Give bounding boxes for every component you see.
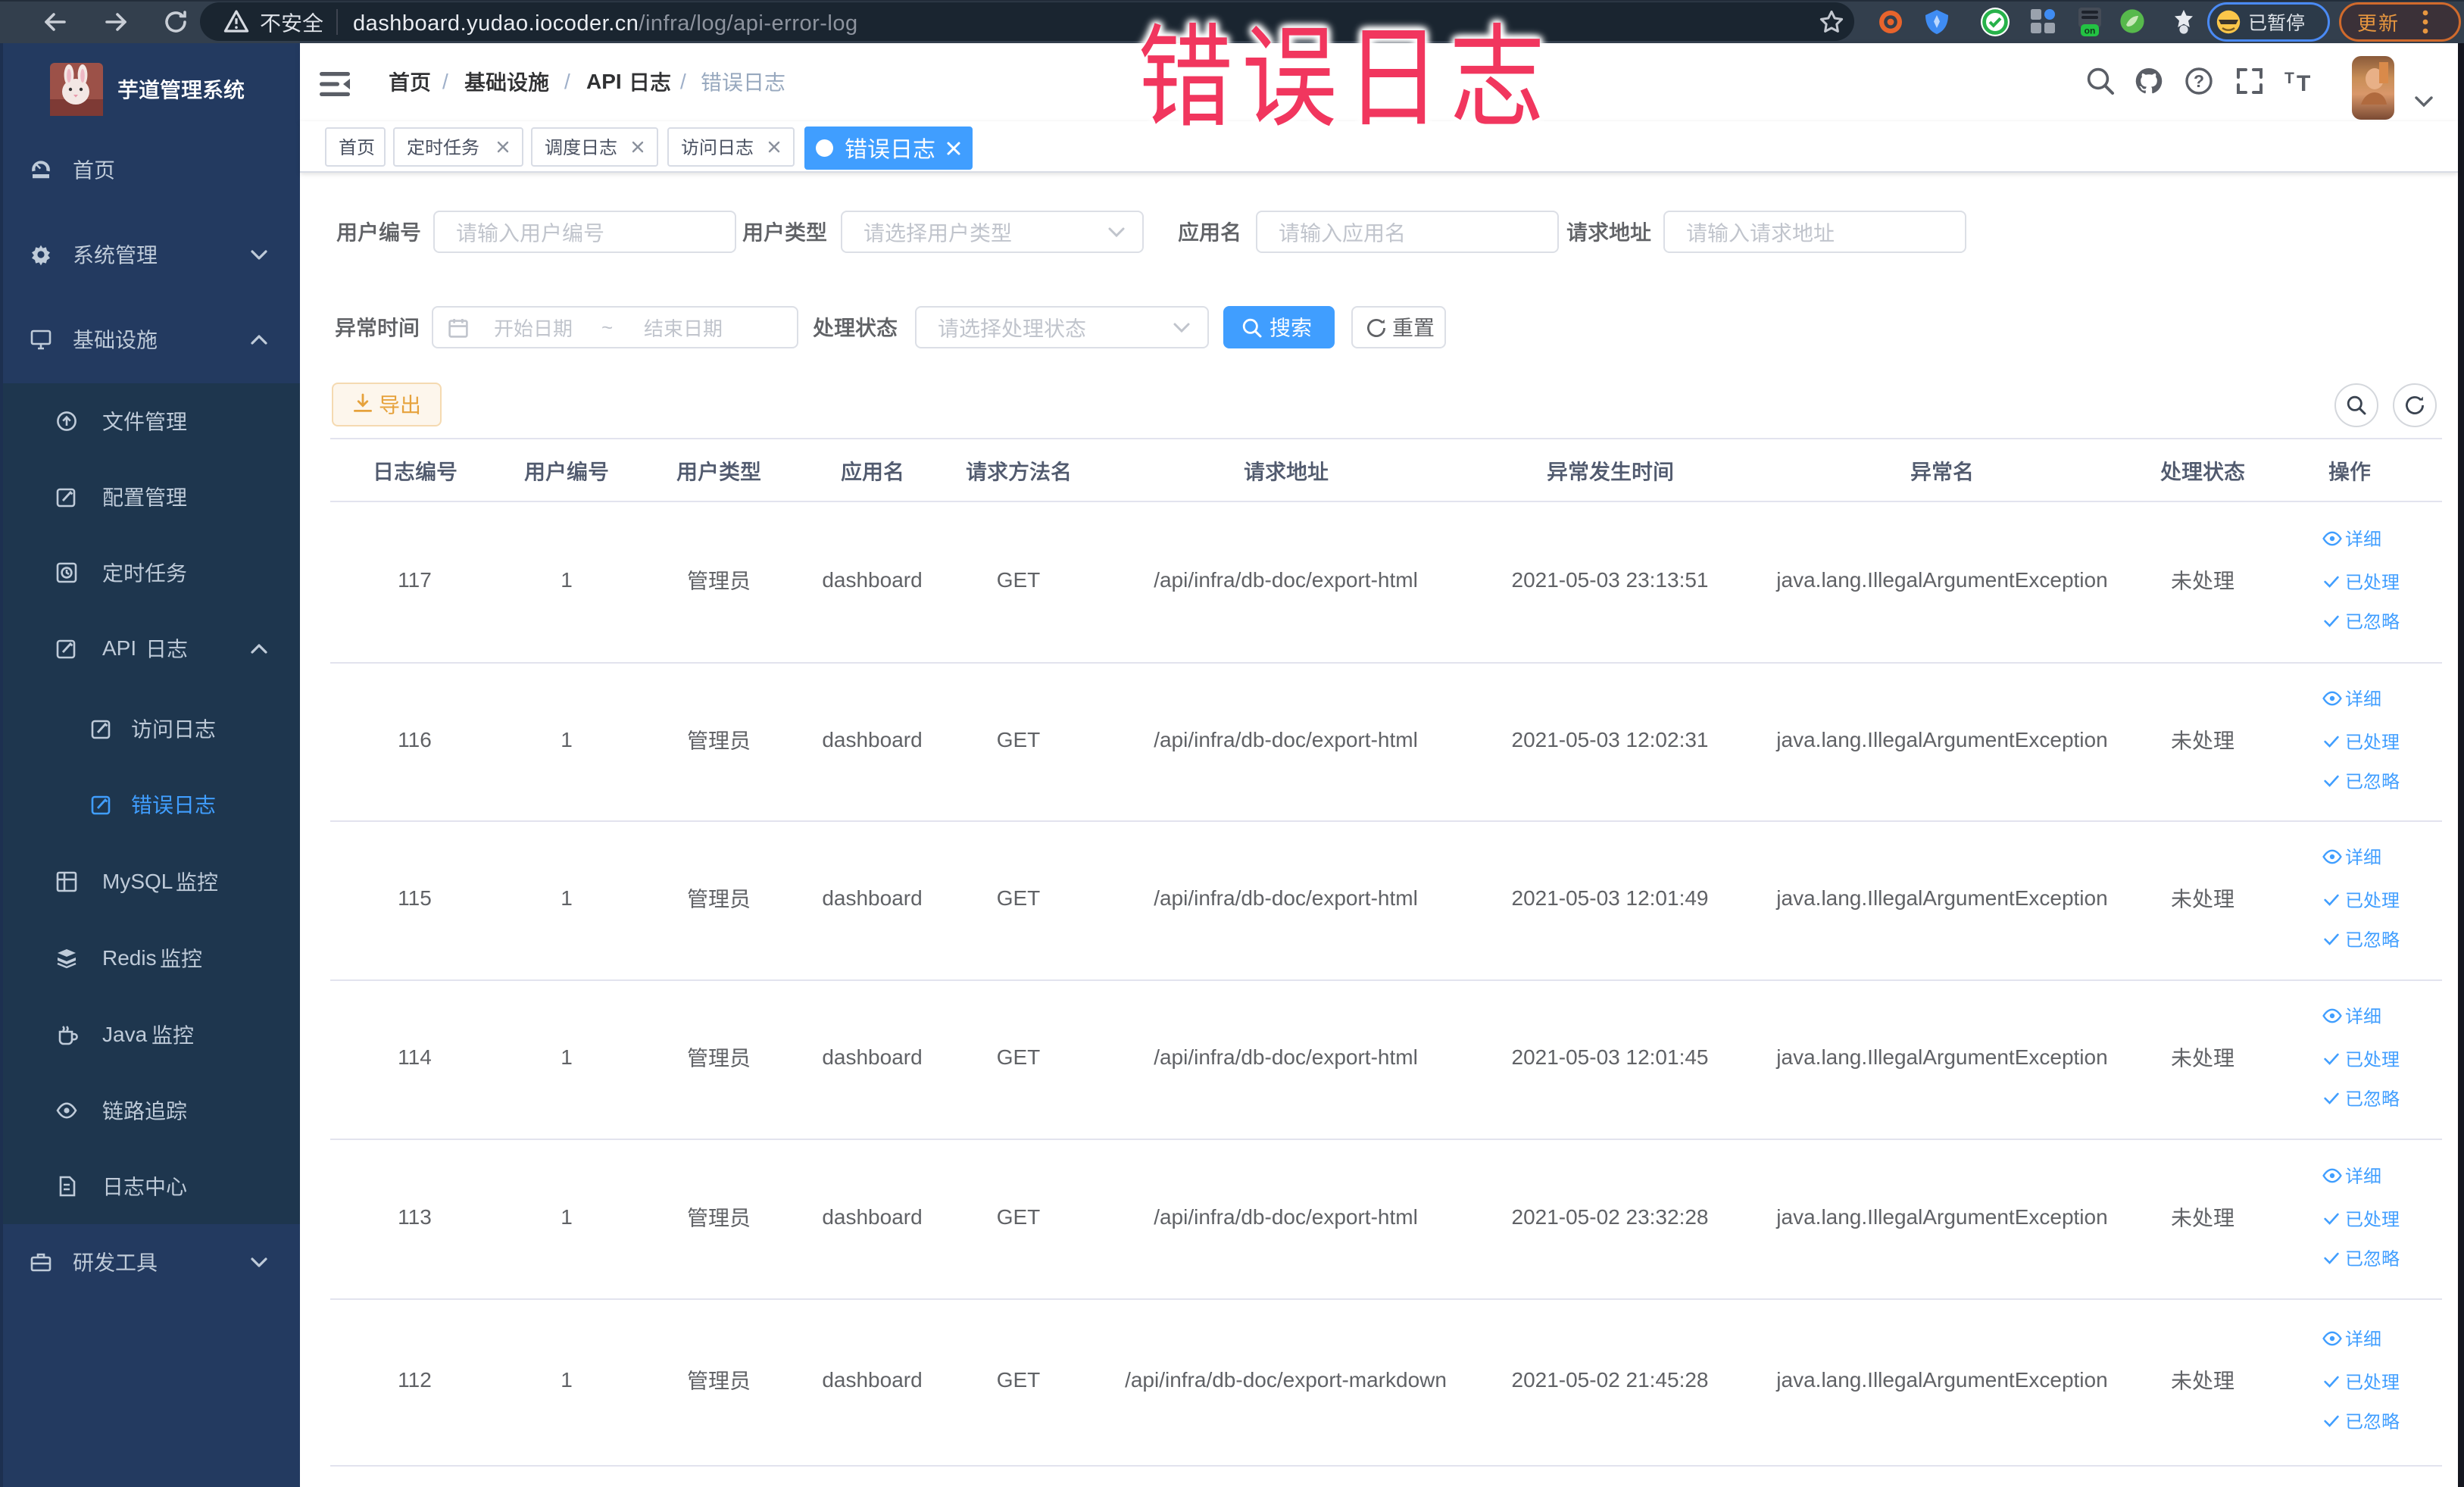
svg-text:T: T [2284, 70, 2294, 87]
svg-text:?: ? [2194, 71, 2204, 91]
svg-text:T: T [2297, 71, 2310, 96]
svg-text:on: on [2085, 26, 2096, 36]
